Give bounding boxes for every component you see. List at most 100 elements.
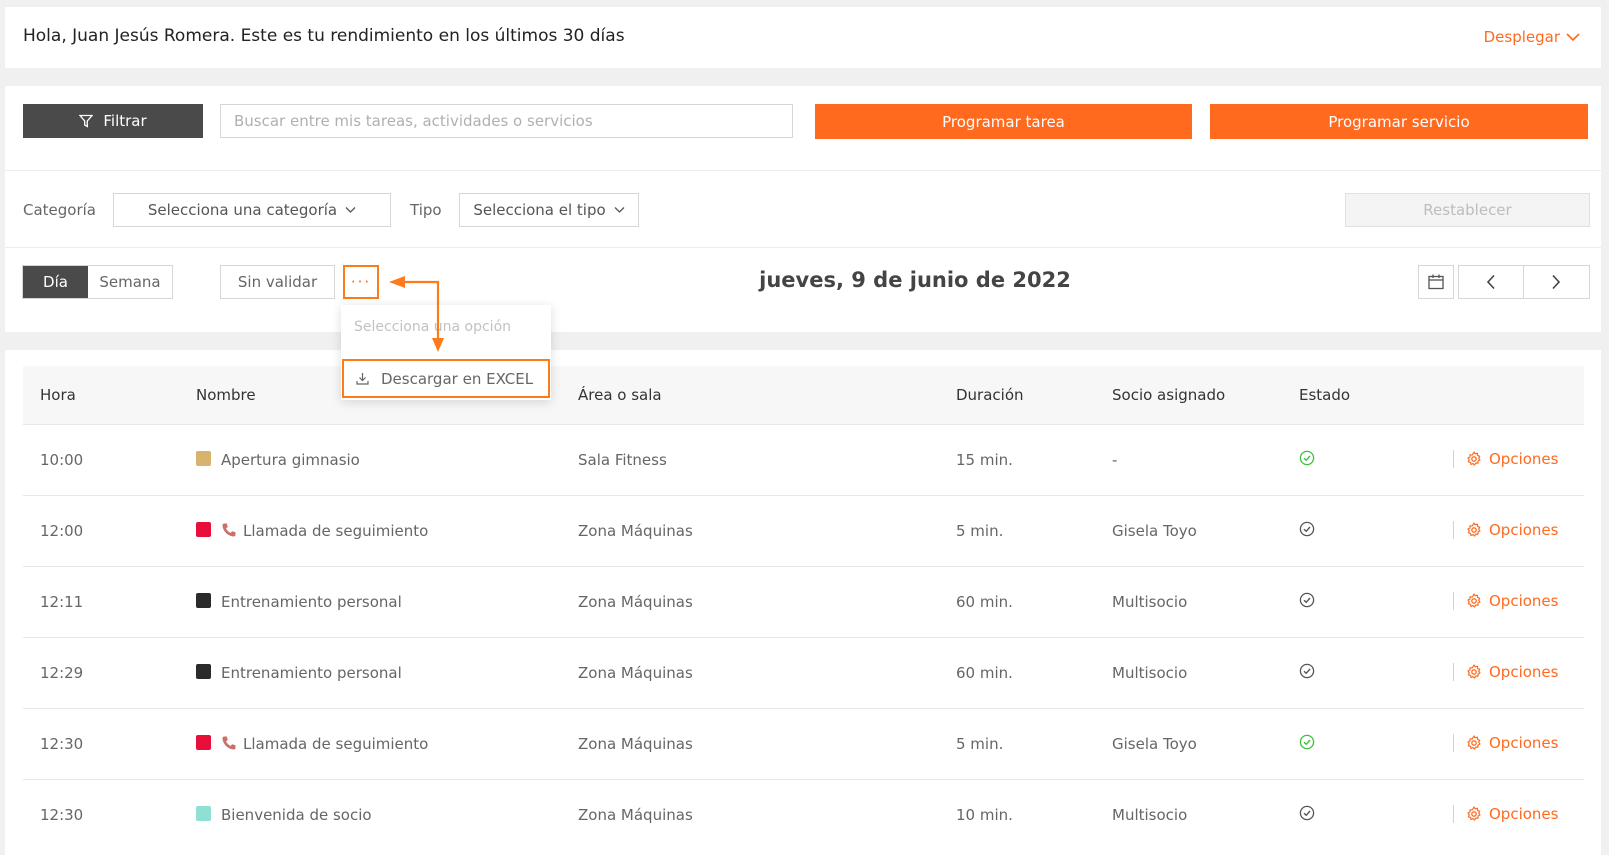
cell-duration: 10 min. [939, 779, 1095, 850]
category-color-swatch [196, 522, 211, 537]
expand-link[interactable]: Desplegar [1484, 28, 1580, 46]
options-button[interactable]: Opciones [1453, 591, 1559, 610]
chevron-right-icon [1552, 274, 1561, 290]
cell-name: Llamada de seguimiento [179, 495, 561, 567]
time-value: 10:00 [40, 451, 84, 469]
cell-time: 12:30 [23, 708, 179, 780]
type-select[interactable]: Selecciona el tipo [459, 193, 639, 227]
week-view-button[interactable]: Semana [88, 266, 172, 298]
cell-actions: Opciones [1436, 708, 1584, 780]
filter-button[interactable]: Filtrar [23, 104, 203, 138]
chevron-left-icon [1486, 274, 1495, 290]
status-pending-icon[interactable] [1299, 805, 1315, 821]
area-value: Zona Máquinas [578, 522, 693, 540]
options-label: Opciones [1489, 804, 1559, 823]
column-header: Área o sala [561, 366, 939, 425]
previous-day-button[interactable] [1459, 266, 1524, 298]
duration-value: 60 min. [956, 593, 1013, 611]
duration-value: 5 min. [956, 522, 1004, 540]
download-excel-option[interactable]: Descargar en EXCEL [342, 359, 550, 398]
area-value: Zona Máquinas [578, 593, 693, 611]
time-value: 12:30 [40, 806, 84, 824]
cell-actions: Opciones [1436, 495, 1584, 567]
chevron-down-icon [614, 207, 625, 213]
status-validated-icon[interactable] [1299, 734, 1315, 750]
cell-name: Bienvenida de socio [179, 779, 561, 850]
type-select-value: Selecciona el tipo [473, 201, 606, 219]
duration-value: 10 min. [956, 806, 1013, 824]
date-navigation [1458, 265, 1590, 299]
options-label: Opciones [1489, 520, 1559, 539]
task-name[interactable]: Apertura gimnasio [221, 451, 360, 469]
divider [5, 247, 1601, 248]
divider [5, 170, 1601, 171]
options-button[interactable]: Opciones [1453, 520, 1559, 539]
filter-label: Filtrar [103, 112, 147, 130]
next-day-button[interactable] [1524, 266, 1590, 298]
cell-actions: Opciones [1436, 566, 1584, 638]
status-pending-icon[interactable] [1299, 663, 1315, 679]
table-header-row: Hora Nombre Área o sala Duración Socio a… [23, 366, 1584, 425]
cell-duration: 15 min. [939, 424, 1095, 496]
chevron-down-icon [345, 207, 356, 213]
view-toggle: Día Semana [22, 265, 173, 299]
cell-actions: Opciones [1436, 424, 1584, 496]
task-name[interactable]: Bienvenida de socio [221, 806, 372, 824]
status-pending-icon[interactable] [1299, 521, 1315, 537]
unvalidated-button[interactable]: Sin validar [220, 265, 335, 299]
status-pending-icon[interactable] [1299, 592, 1315, 608]
column-header-actions [1436, 366, 1584, 425]
task-name[interactable]: Llamada de seguimiento [243, 522, 428, 540]
area-value: Zona Máquinas [578, 806, 693, 824]
gear-icon [1467, 805, 1481, 821]
options-label: Opciones [1489, 449, 1559, 468]
cell-name: Apertura gimnasio [179, 424, 561, 496]
expand-label: Desplegar [1483, 28, 1560, 46]
options-dropdown: Selecciona una opción Descargar en EXCEL [341, 305, 551, 400]
column-header: Duración [939, 366, 1095, 425]
time-value: 12:00 [40, 522, 84, 540]
reset-button[interactable]: Restablecer [1345, 193, 1590, 227]
calendar-button[interactable] [1418, 265, 1454, 299]
cell-duration: 60 min. [939, 637, 1095, 709]
duration-value: 15 min. [956, 451, 1013, 469]
filter-icon [79, 114, 94, 128]
area-value: Zona Máquinas [578, 664, 693, 682]
more-options-button[interactable]: ··· [343, 265, 379, 299]
column-header: Socio asignado [1095, 366, 1282, 425]
time-value: 12:11 [40, 593, 84, 611]
schedule-task-button[interactable]: Programar tarea [815, 104, 1192, 139]
cell-area: Zona Máquinas [561, 779, 939, 850]
task-name[interactable]: Llamada de seguimiento [243, 735, 428, 753]
table-row: 12:11 Entrenamiento personal Zona Máquinas… [23, 566, 1584, 638]
performance-banner: Hola, Juan Jesús Romera. Este es tu rend… [5, 7, 1601, 68]
category-select[interactable]: Selecciona una categoría [113, 193, 391, 227]
table-row: 12:00 Llamada de seguimiento Zona Máquinas… [23, 495, 1584, 567]
options-button[interactable]: Opciones [1453, 733, 1558, 752]
day-view-button[interactable]: Día [23, 266, 88, 298]
cell-name: Entrenamiento personal [179, 637, 561, 709]
gear-icon [1467, 450, 1481, 466]
status-validated-icon[interactable] [1299, 450, 1315, 466]
tasks-table: Hora Nombre Área o sala Duración Socio a… [23, 366, 1584, 850]
cell-actions: Opciones [1436, 779, 1584, 850]
options-button[interactable]: Opciones [1453, 449, 1559, 468]
time-value: 12:29 [40, 664, 84, 682]
task-name[interactable]: Entrenamiento personal [221, 593, 402, 611]
cell-status [1282, 495, 1436, 567]
options-label: Opciones [1489, 591, 1559, 610]
table-body: 10:00 Apertura gimnasio Sala Fitness 15 min… [23, 424, 1584, 850]
cell-time: 12:30 [23, 779, 179, 850]
options-button[interactable]: Opciones [1453, 662, 1559, 681]
cell-area: Sala Fitness [561, 424, 939, 496]
search-input[interactable] [220, 104, 793, 138]
cell-status [1282, 637, 1436, 709]
task-name[interactable]: Entrenamiento personal [221, 664, 402, 682]
cell-name: Llamada de seguimiento [179, 708, 561, 780]
schedule-service-button[interactable]: Programar servicio [1210, 104, 1588, 139]
cell-member: Gisela Toyo [1095, 708, 1282, 780]
options-button[interactable]: Opciones [1453, 804, 1559, 823]
member-value: - [1112, 451, 1118, 469]
options-label: Opciones [1489, 662, 1559, 681]
greeting-text: Hola, Juan Jesús Romera. Este es tu rend… [23, 26, 625, 46]
